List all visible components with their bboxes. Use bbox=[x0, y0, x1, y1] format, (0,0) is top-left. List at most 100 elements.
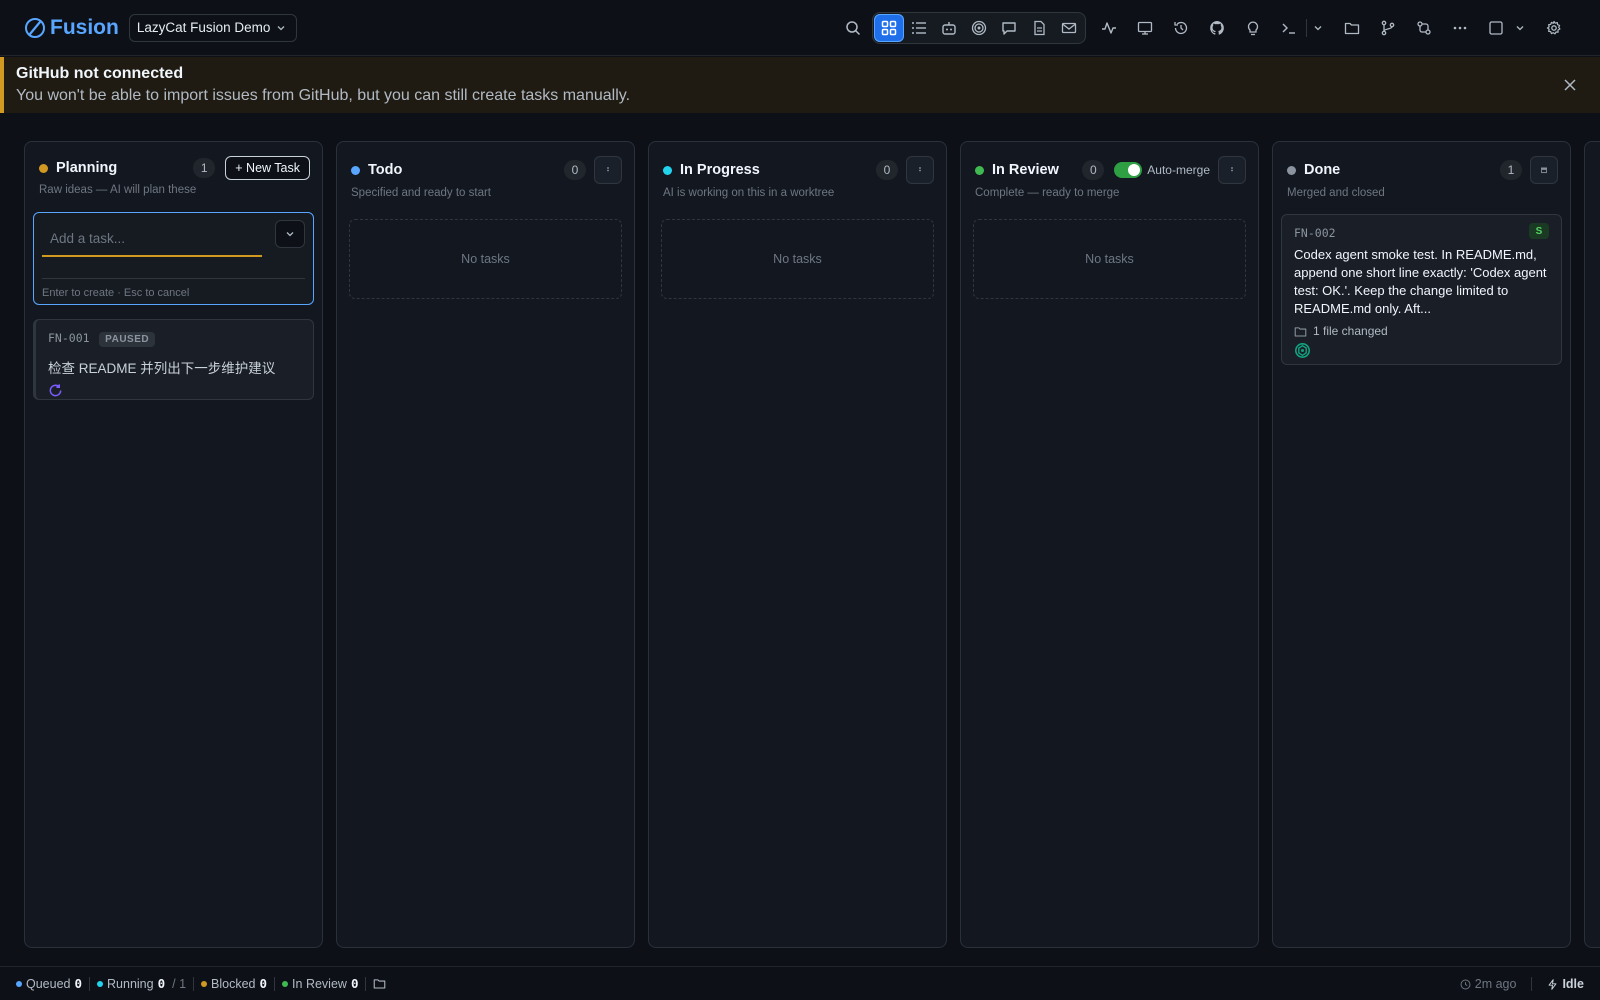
column-in-review: In Review 0 Auto-merge Complete — ready … bbox=[960, 141, 1259, 948]
quick-add-options-button[interactable] bbox=[275, 220, 305, 248]
banner-message: You won't be able to import issues from … bbox=[16, 87, 631, 104]
last-updated-time: 2m ago bbox=[1474, 977, 1517, 991]
divider bbox=[365, 976, 367, 991]
column-title: Done bbox=[1304, 162, 1341, 178]
status-dot bbox=[39, 163, 48, 173]
chat-icon[interactable] bbox=[994, 14, 1024, 42]
toolbar-divider bbox=[1306, 19, 1307, 37]
column-count: 0 bbox=[564, 160, 586, 180]
chevron-down-icon[interactable] bbox=[1511, 13, 1529, 43]
more-icon[interactable] bbox=[1445, 13, 1475, 43]
monitor-icon[interactable] bbox=[1130, 13, 1160, 43]
review-count: 0 bbox=[350, 976, 359, 991]
app-header: Fusion LazyCat Fusion Demo bbox=[0, 0, 1600, 56]
engine-status[interactable]: Idle bbox=[1547, 977, 1584, 991]
column-subtitle: Complete — ready to merge bbox=[975, 187, 1120, 199]
project-selector[interactable]: LazyCat Fusion Demo bbox=[128, 13, 298, 42]
settings-icon[interactable] bbox=[1539, 13, 1569, 43]
status-dot bbox=[1287, 165, 1296, 175]
agents-icon[interactable] bbox=[934, 14, 964, 42]
quick-add-form: Enter to create · Esc to cancel bbox=[33, 212, 314, 305]
column-subtitle: AI is working on this in a worktree bbox=[663, 187, 835, 199]
document-icon[interactable] bbox=[1024, 14, 1054, 42]
workflow-icon[interactable] bbox=[1409, 13, 1439, 43]
archive-icon bbox=[1541, 167, 1547, 174]
column-title: Todo bbox=[368, 162, 403, 178]
size-badge: S bbox=[1529, 223, 1549, 239]
status-dot bbox=[97, 980, 104, 987]
history-icon[interactable] bbox=[1166, 13, 1196, 43]
task-card[interactable]: FN-002 S Codex agent smoke test. In READ… bbox=[1281, 214, 1562, 365]
queued-count: 0 bbox=[74, 976, 83, 991]
close-icon[interactable] bbox=[1562, 77, 1578, 93]
running-stat[interactable]: Running 0 / 1 bbox=[97, 976, 186, 991]
column-planning: Planning 1 + New Task Raw ideas — AI wil… bbox=[24, 141, 323, 948]
project-name: LazyCat Fusion Demo bbox=[136, 20, 271, 35]
board-view-icon[interactable] bbox=[874, 14, 904, 42]
activity-icon[interactable] bbox=[1094, 13, 1124, 43]
empty-state: No tasks bbox=[661, 219, 934, 299]
column-count: 1 bbox=[1500, 160, 1522, 180]
list-view-icon[interactable] bbox=[904, 14, 934, 42]
running-capacity: / 1 bbox=[172, 976, 187, 991]
missions-icon[interactable] bbox=[964, 14, 994, 42]
more-vertical-icon bbox=[919, 167, 921, 172]
column-count: 1 bbox=[193, 158, 216, 178]
task-id: FN-001 bbox=[48, 331, 90, 345]
empty-state: No tasks bbox=[973, 219, 1246, 299]
engine-status-label: Idle bbox=[1562, 977, 1584, 991]
folder-icon[interactable] bbox=[373, 977, 386, 990]
archive-button[interactable] bbox=[1530, 156, 1558, 184]
new-task-button[interactable]: + New Task bbox=[225, 156, 310, 180]
search-icon[interactable] bbox=[838, 13, 868, 43]
divider bbox=[274, 976, 276, 991]
main-toolbar bbox=[838, 12, 1569, 44]
files-changed-label: 1 file changed bbox=[1313, 324, 1388, 338]
running-count: 0 bbox=[157, 976, 166, 991]
status-badge: PAUSED bbox=[99, 332, 156, 347]
column-header: Planning 1 + New Task bbox=[39, 154, 310, 182]
chevron-down-icon[interactable] bbox=[1309, 13, 1327, 43]
mail-icon[interactable] bbox=[1054, 14, 1084, 42]
files-icon[interactable] bbox=[1337, 13, 1367, 43]
kanban-board: Planning 1 + New Task Raw ideas — AI wil… bbox=[24, 141, 1600, 948]
column-todo: Todo 0 Specified and ready to start No t… bbox=[336, 141, 635, 948]
file-changes: 1 file changed bbox=[1294, 324, 1549, 338]
view-switcher bbox=[872, 12, 1086, 44]
auto-merge-toggle[interactable] bbox=[1114, 162, 1143, 178]
github-icon[interactable] bbox=[1202, 13, 1232, 43]
app-logo[interactable]: Fusion bbox=[24, 16, 119, 40]
column-menu-button[interactable] bbox=[906, 156, 934, 184]
blocked-stat[interactable]: Blocked 0 bbox=[201, 976, 267, 991]
column-title: Planning bbox=[56, 160, 118, 176]
task-card[interactable]: FN-001 PAUSED 检查 README 并列出下一步维护建议 bbox=[33, 319, 314, 400]
column-menu-button[interactable] bbox=[594, 156, 622, 184]
running-label: Running bbox=[107, 976, 154, 991]
folder-icon bbox=[1294, 326, 1307, 336]
empty-state: No tasks bbox=[349, 219, 622, 299]
auto-merge-label: Auto-merge bbox=[1147, 163, 1210, 177]
chevron-down-icon bbox=[277, 25, 285, 30]
queued-stat[interactable]: Queued 0 bbox=[16, 976, 82, 991]
add-task-input[interactable] bbox=[42, 221, 262, 257]
column-menu-button[interactable] bbox=[1218, 156, 1246, 184]
lightning-icon bbox=[1549, 978, 1557, 990]
status-dot bbox=[282, 980, 289, 987]
review-stat[interactable]: In Review 0 bbox=[282, 976, 358, 991]
column-title: In Progress bbox=[680, 162, 760, 178]
git-branch-icon[interactable] bbox=[1373, 13, 1403, 43]
banner-title: GitHub not connected bbox=[16, 65, 184, 82]
layout-icon[interactable] bbox=[1481, 13, 1511, 43]
refresh-icon[interactable] bbox=[48, 383, 63, 398]
fusion-logo-icon bbox=[25, 17, 45, 38]
terminal-icon[interactable] bbox=[1274, 13, 1304, 43]
task-title: 检查 README 并列出下一步维护建议 bbox=[48, 361, 276, 376]
column-subtitle: Raw ideas — AI will plan these bbox=[39, 184, 197, 196]
ideas-icon[interactable] bbox=[1238, 13, 1268, 43]
quick-add-hint: Enter to create · Esc to cancel bbox=[42, 287, 190, 299]
last-updated: 2m ago bbox=[1460, 977, 1517, 991]
divider bbox=[89, 976, 91, 991]
blocked-label: Blocked bbox=[211, 976, 256, 991]
column-title: In Review bbox=[992, 162, 1059, 178]
column-header: Todo 0 bbox=[351, 156, 622, 184]
